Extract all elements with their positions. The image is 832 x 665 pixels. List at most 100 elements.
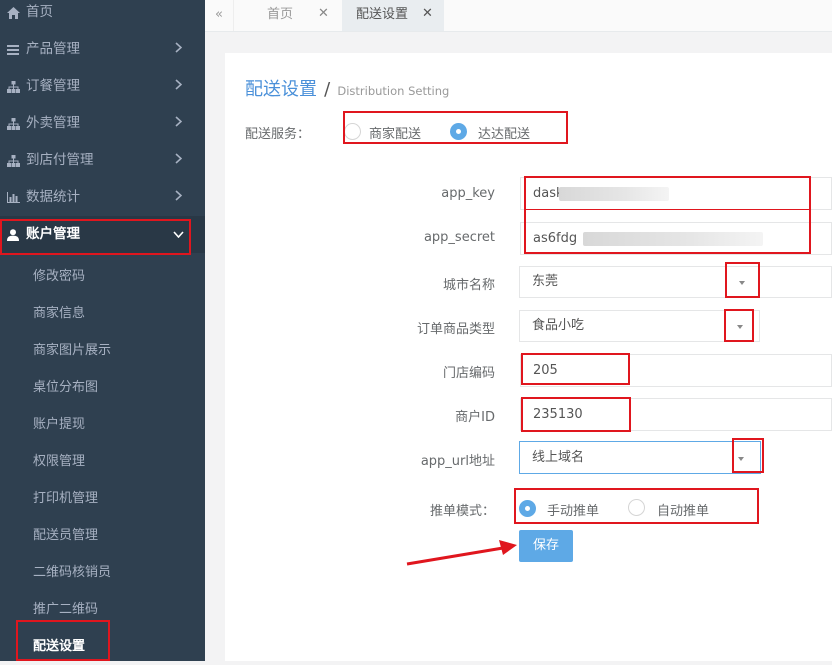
tab-delivery-settings[interactable]: 配送设置 ✕ [342,0,444,31]
chevron-right-icon [172,142,184,179]
save-button[interactable]: 保存 [519,530,573,562]
radio-merchant-delivery[interactable] [344,123,361,140]
redaction-blur [583,232,763,246]
submenu-item-label: 桌位分布图 [33,380,99,395]
input-value: as6fdg [533,231,578,246]
bar-chart-icon [6,179,20,216]
sidebar-item-takeout[interactable]: 外卖管理 [0,105,205,142]
app-secret-label: app_secret [423,230,495,245]
page-header: 配送设置 / Distribution Setting [245,75,449,101]
app-key-input[interactable]: dask [520,177,832,210]
sidebar-item-label: 首页 [26,4,53,20]
submenu-item-label: 配送员管理 [33,528,99,543]
caret-down-icon [737,325,743,329]
merchant-id-label: 商户ID [455,410,495,425]
sidebar-item-label: 产品管理 [26,41,80,57]
submenu-item-change-password[interactable]: 修改密码 [0,258,205,295]
tab-home[interactable]: 首页 ✕ [233,0,344,31]
sidebar-item-label: 账户管理 [26,226,80,242]
select-value: 食品小吃 [532,318,585,333]
chevron-right-icon [172,179,184,216]
service-label: 配送服务： [245,127,311,142]
submenu-item-label: 修改密码 [33,269,86,284]
chevron-right-icon [172,68,184,105]
submenu-item-couriers[interactable]: 配送员管理 [0,517,205,554]
select-value: 线上域名 [532,450,585,465]
submenu-item-label: 权限管理 [33,454,86,469]
submenu-item-printers[interactable]: 打印机管理 [0,480,205,517]
sidebar-item-label: 外卖管理 [26,115,80,131]
chevron-right-icon [172,105,184,142]
submenu-item-label: 商家图片展示 [33,343,112,358]
page-title: 配送设置 [245,79,317,100]
submenu-item-merchant-info[interactable]: 商家信息 [0,295,205,332]
sitemap-icon [6,68,20,105]
goods-type-select[interactable]: 食品小吃 [519,310,760,342]
sidebar-item-label: 订餐管理 [26,78,80,94]
goods-type-label: 订单商品类型 [416,322,495,337]
sidebar-item-orders[interactable]: 订餐管理 [0,68,205,105]
annotation-divider [526,209,809,210]
submenu-item-label: 商家信息 [33,306,86,321]
select-value: 东莞 [532,274,559,289]
tab-label: 配送设置 [356,7,409,22]
app-secret-input[interactable]: as6fdg [520,222,832,255]
input-value: 205 [533,363,558,378]
page-subtitle: Distribution Setting [337,84,450,98]
city-label: 城市名称 [442,278,495,293]
chevron-right-icon [172,31,184,68]
radio-label: 商家配送 [369,127,422,142]
content-panel: 配送设置 / Distribution Setting 配送服务： 商家配送 达… [225,53,832,661]
tab-bar: « 首页 ✕ 配送设置 ✕ [205,0,832,32]
app-url-select[interactable]: 线上域名 [519,441,761,474]
merchant-id-input[interactable]: 235130 [520,398,832,431]
tab-scroll-left-button[interactable]: « [205,0,233,31]
sidebar-item-label: 到店付管理 [26,152,94,168]
redaction-blur [559,187,669,201]
tab-label: 首页 [267,7,294,22]
submenu-item-label: 打印机管理 [33,491,99,506]
user-icon [6,216,20,253]
submenu-item-withdraw[interactable]: 账户提现 [0,406,205,443]
caret-down-icon [738,457,744,461]
submenu-item-label: 推广二维码 [33,602,99,617]
submenu-item-promo-qr[interactable]: 推广二维码 [0,591,205,628]
submenu-item-label: 配送设置 [33,639,86,654]
sidebar-item-label: 数据统计 [26,189,80,205]
close-icon[interactable]: ✕ [422,0,433,27]
radio-manual-push[interactable] [519,500,536,517]
app-url-label: app_url地址 [420,454,495,469]
radio-label: 手动推单 [547,504,600,519]
sidebar: 首页 产品管理 订餐管理 外卖管理 到店付管理 数据统计 账户管理 修改密码 商… [0,0,205,661]
radio-label: 自动推单 [657,504,710,519]
sidebar-item-home[interactable]: 首页 [0,0,205,31]
city-select[interactable]: 东莞 [519,266,832,298]
submenu-item-delivery-settings[interactable]: 配送设置 [0,628,205,665]
input-value: 235130 [533,407,583,422]
app-key-label: app_key [441,186,495,201]
submenu-item-qr-verifier[interactable]: 二维码核销员 [0,554,205,591]
sidebar-item-instore-pay[interactable]: 到店付管理 [0,142,205,179]
radio-label: 达达配送 [478,127,531,142]
submenu-item-table-layout[interactable]: 桌位分布图 [0,369,205,406]
radio-auto-push[interactable] [628,499,645,516]
radio-dada-delivery[interactable] [450,123,467,140]
sitemap-icon [6,105,20,142]
push-mode-label: 推单模式： [429,504,495,519]
submenu-item-label: 账户提现 [33,417,86,432]
sidebar-item-products[interactable]: 产品管理 [0,31,205,68]
submenu-item-label: 二维码核销员 [33,565,112,580]
submenu-item-merchant-images[interactable]: 商家图片展示 [0,332,205,369]
close-icon[interactable]: ✕ [318,0,329,27]
title-separator: / [324,79,331,100]
chevron-down-icon [172,216,184,253]
sidebar-item-statistics[interactable]: 数据统计 [0,179,205,216]
sitemap-icon [6,142,20,179]
home-icon [6,0,20,31]
store-code-input[interactable]: 205 [520,354,832,387]
store-code-label: 门店编码 [442,366,495,381]
annotation-arrow-icon [406,540,517,566]
sidebar-item-account[interactable]: 账户管理 [0,216,205,253]
caret-down-icon [739,281,745,285]
submenu-item-permissions[interactable]: 权限管理 [0,443,205,480]
